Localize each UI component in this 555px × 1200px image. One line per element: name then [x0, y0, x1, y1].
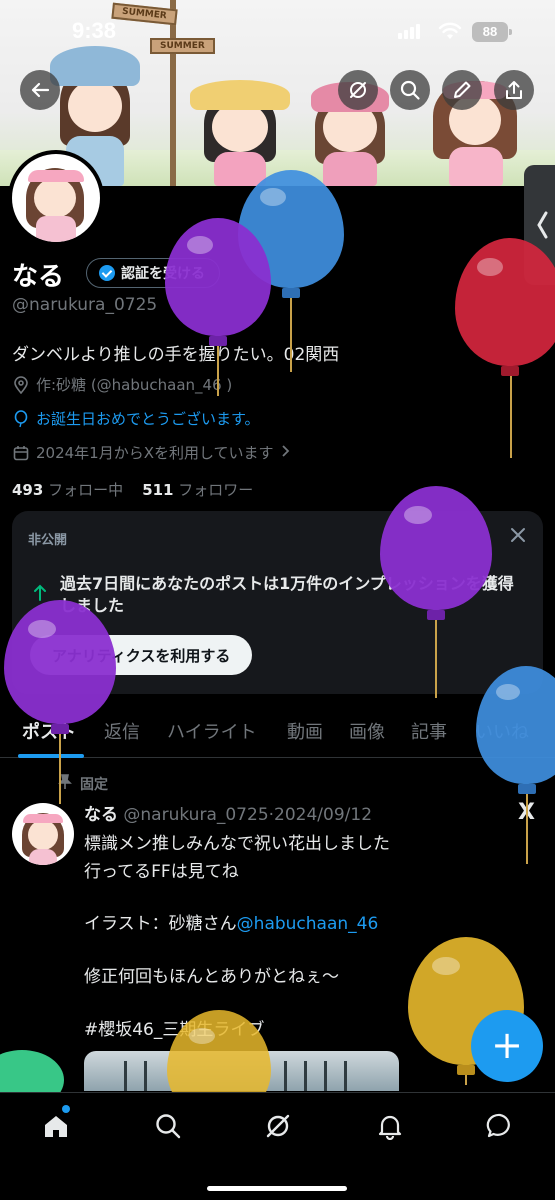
back-button[interactable] [20, 70, 60, 110]
following-link[interactable]: 493 フォロー中 [12, 481, 123, 499]
profile-handle: @narukura_0725 [12, 295, 158, 315]
balloon-icon [12, 409, 30, 428]
followers-link[interactable]: 511 フォロワー [142, 481, 253, 499]
nav-grok[interactable] [263, 1111, 293, 1141]
verified-badge-icon [99, 265, 115, 281]
tab-likes[interactable]: いいね [475, 718, 529, 744]
tab-replies[interactable]: 返信 [104, 718, 140, 744]
pinned-indicator: 固定 [58, 774, 108, 794]
home-icon [45, 1116, 67, 1137]
following-count: 493 [12, 481, 44, 499]
avatar-image [12, 154, 100, 242]
chat-icon [486, 1113, 510, 1138]
post-handle-date: @narukura_0725·2024/09/12 [123, 805, 373, 825]
chevron-left-icon [537, 211, 548, 239]
active-tab-indicator [18, 754, 84, 758]
profile-avatar[interactable] [8, 150, 104, 246]
grok-button[interactable] [338, 70, 378, 110]
edit-button[interactable] [442, 70, 482, 110]
profile-bio: ダンベルより推しの手を握りたい。02関西 [12, 345, 340, 365]
profile-location: 作:砂糖 (@habuchaan_46 ) [12, 374, 232, 395]
search-button[interactable] [390, 70, 430, 110]
get-verified-button[interactable]: 認証を受ける [86, 258, 220, 288]
profile-name: なる [12, 262, 65, 292]
post-mention-link[interactable]: @habuchaan_46 [237, 914, 379, 934]
tab-highlights[interactable]: ハイライト [167, 718, 257, 744]
bottom-navigation [0, 1092, 555, 1200]
nav-home[interactable] [41, 1111, 71, 1141]
chevron-right-icon [280, 444, 290, 462]
get-verified-label: 認証を受ける [121, 266, 205, 282]
home-indicator[interactable] [207, 1186, 347, 1191]
use-analytics-button[interactable]: アナリティクスを利用する [30, 635, 253, 675]
x-logo-icon: X [518, 800, 535, 825]
post-hashtag-link[interactable]: #櫻坂46_三期生ライブ [84, 1015, 264, 1040]
pencil-icon [454, 81, 471, 98]
purple-balloon-1 [165, 218, 271, 398]
blue-balloon-2 [476, 666, 555, 866]
post-header: なる @narukura_0725·2024/09/12 [84, 800, 372, 825]
side-panel-handle[interactable] [524, 165, 555, 285]
birthday-text: お誕生日おめでとうございます。 [36, 410, 260, 428]
tab-posts[interactable]: ポスト [22, 718, 76, 744]
grok-icon [266, 1114, 290, 1138]
pin-icon [58, 774, 72, 794]
trend-up-arrow-icon [32, 583, 48, 606]
pinned-label: 固定 [80, 777, 108, 793]
joined-text: 2024年1月からXを利用しています [36, 444, 274, 462]
close-icon [511, 528, 525, 542]
compose-post-button[interactable]: + [471, 1010, 543, 1082]
profile-joined[interactable]: 2024年1月からXを利用しています [12, 442, 290, 463]
post-illustration-credit: イラスト：砂糖さん [84, 914, 237, 934]
tab-videos[interactable]: 動画 [287, 718, 323, 744]
back-arrow-icon [31, 82, 50, 98]
post-author-avatar[interactable] [12, 803, 74, 865]
nav-notifications[interactable] [375, 1111, 405, 1141]
post-media-image[interactable] [84, 1051, 399, 1091]
battery-indicator: 88 [472, 22, 512, 42]
impressions-text: 過去7日間にあなたのポストは1万件のインプレッションを獲得しました [60, 574, 514, 615]
wifi-icon [438, 22, 462, 39]
status-bar: 9:38 88 [0, 0, 555, 62]
post-author-name[interactable]: なる [84, 805, 118, 825]
home-notification-dot [62, 1105, 70, 1113]
status-time: 9:38 [72, 18, 117, 43]
profile-birthday: お誕生日おめでとうございます。 [12, 408, 260, 429]
grok-icon [350, 82, 366, 98]
calendar-icon [12, 444, 30, 462]
nav-messages[interactable] [485, 1111, 515, 1141]
search-icon [400, 80, 420, 100]
post-text-line-1: 標識メン推しみんなで祝い花出しました [84, 834, 390, 854]
followers-count: 511 [142, 481, 174, 499]
share-button[interactable] [494, 70, 534, 110]
tab-articles[interactable]: 記事 [411, 718, 447, 744]
search-icon [156, 1114, 181, 1139]
tab-images[interactable]: 画像 [349, 718, 385, 744]
nav-search[interactable] [153, 1111, 183, 1141]
private-analytics-card: 非公開 過去7日間にあなたのポストは1万件のインプレッションを獲得しました アナ… [12, 511, 543, 694]
follow-stats: 493 フォロー中 511 フォロワー [12, 479, 253, 500]
profile-tabs: ポスト 返信 ハイライト 動画 画像 記事 いいね [0, 706, 555, 758]
banner-character-2 [190, 56, 290, 186]
close-card-button[interactable] [509, 525, 527, 550]
location-pin-icon [12, 375, 30, 394]
location-text: 作:砂糖 (@habuchaan_46 ) [36, 376, 233, 394]
cellular-signal-icon [398, 24, 420, 39]
share-icon [506, 81, 522, 99]
following-label: フォロー中 [48, 481, 124, 499]
followers-label: フォロワー [178, 481, 254, 499]
private-label: 非公開 [28, 533, 68, 548]
post-text-line-3: イラスト：砂糖さん@habuchaan_46 [84, 909, 378, 934]
post-text-line-2: 行ってるFFは見てね [84, 862, 239, 882]
bell-icon [378, 1115, 402, 1140]
post-text-line-4: 修正何回もほんとありがとねぇ〜 [84, 967, 339, 987]
